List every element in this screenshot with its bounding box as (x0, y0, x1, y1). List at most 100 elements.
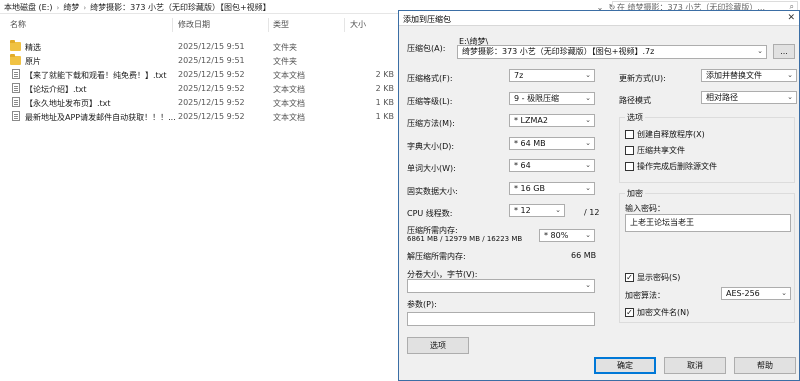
column-divider[interactable] (344, 18, 345, 32)
column-divider[interactable] (268, 18, 269, 32)
chevron-down-icon: ⌄ (585, 71, 591, 79)
column-header-name[interactable]: 名称 (10, 19, 26, 31)
password-input[interactable]: 上老王论坛当老王 (625, 214, 791, 232)
chevron-down-icon: ⌄ (787, 71, 793, 79)
word-size-label: 单词大小(W): (407, 164, 456, 173)
file-size: 1 KB (375, 98, 394, 107)
file-row[interactable]: 精选 2025/12/15 9:51 文件夹 (0, 40, 400, 53)
method-label: 压缩方法(M): (407, 119, 455, 128)
dialog-title-bar[interactable]: 添加到压缩包 ✕ (399, 11, 799, 26)
checkbox-box (625, 130, 634, 139)
file-date: 2025/12/15 9:52 (178, 98, 245, 107)
path-mode-label: 路径模式 (619, 96, 651, 105)
breadcrumb-item[interactable]: 本地磁盘 (E:) (4, 2, 53, 13)
word-size-select[interactable]: * 64 ⌄ (509, 159, 595, 172)
folder-icon (10, 54, 21, 65)
archive-name-value: 绮梦摄影：373 小艺（无印珍藏版）【图包+视频】.7z (462, 47, 655, 56)
cancel-button[interactable]: 取消 (664, 357, 726, 374)
show-password-checkbox[interactable]: ✓ 显示密码(S) (625, 272, 680, 283)
method-value: * LZMA2 (514, 116, 548, 125)
word-size-value: * 64 (514, 161, 531, 170)
memory-percent-select[interactable]: * 80% ⌄ (539, 229, 595, 242)
file-row[interactable]: 【论坛介绍】.txt 2025/12/15 9:52 文本文档 2 KB (0, 82, 400, 95)
format-label: 压缩格式(F): (407, 74, 453, 83)
encrypt-filenames-checkbox[interactable]: ✓ 加密文件名(N) (625, 307, 689, 318)
file-type: 文本文档 (273, 71, 305, 80)
check-icon: ✓ (625, 308, 634, 317)
delete-after-label: 操作完成后删除源文件 (637, 162, 717, 171)
threads-label: CPU 线程数: (407, 209, 453, 218)
dictionary-select[interactable]: * 64 MB ⌄ (509, 137, 595, 150)
file-row[interactable]: 原片 2025/12/15 9:51 文件夹 (0, 54, 400, 67)
breadcrumb-item[interactable]: 绮梦摄影：373 小艺（无印珍藏版）【图包+视频】 (90, 2, 271, 13)
threads-select[interactable]: * 12 ⌄ (509, 204, 565, 217)
dictionary-label: 字典大小(D): (407, 142, 455, 151)
method-select[interactable]: * LZMA2 ⌄ (509, 114, 595, 127)
update-mode-select[interactable]: 添加并替换文件 ⌄ (701, 69, 797, 82)
text-file-icon (12, 111, 20, 121)
level-value: 9 - 极限压缩 (514, 94, 560, 103)
file-date: 2025/12/15 9:51 (178, 56, 245, 65)
path-mode-select[interactable]: 相对路径 ⌄ (701, 91, 797, 104)
dialog-title: 添加到压缩包 (403, 15, 451, 24)
ok-button[interactable]: 确定 (594, 357, 656, 374)
chevron-down-icon: ⌄ (585, 161, 591, 169)
chevron-down-icon: ⌄ (781, 289, 787, 297)
shared-files-label: 压缩共享文件 (637, 146, 685, 155)
dictionary-value: * 64 MB (514, 139, 546, 148)
archive-label: 压缩包(A): (407, 44, 446, 53)
chevron-right-icon: › (56, 3, 60, 12)
file-name: 精选 (25, 43, 41, 52)
file-row[interactable]: 【永久地址发布页】.txt 2025/12/15 9:52 文本文档 1 KB (0, 96, 400, 109)
column-header-date[interactable]: 修改日期 (178, 19, 210, 31)
column-header-size[interactable]: 大小 (350, 19, 366, 31)
file-size: 1 KB (375, 112, 394, 121)
file-date: 2025/12/15 9:52 (178, 70, 245, 79)
file-name: 【论坛介绍】.txt (25, 85, 87, 94)
archive-name-combo[interactable]: 绮梦摄影：373 小艺（无印珍藏版）【图包+视频】.7z ⌄ (457, 45, 767, 59)
file-size: 2 KB (375, 70, 394, 79)
column-divider[interactable] (172, 18, 173, 32)
file-name: 原片 (25, 57, 41, 66)
text-file-icon (12, 83, 20, 93)
split-size-combo[interactable]: ⌄ (407, 279, 595, 293)
file-name: 【永久地址发布页】.txt (25, 99, 111, 108)
path-mode-value: 相对路径 (706, 93, 738, 102)
column-header-type[interactable]: 类型 (273, 19, 289, 31)
help-button[interactable]: 帮助 (734, 357, 796, 374)
file-date: 2025/12/15 9:52 (178, 112, 245, 121)
threads-max: / 12 (584, 208, 600, 217)
format-select[interactable]: 7z ⌄ (509, 69, 595, 82)
file-name: 最新地址及APP请发邮件自动获取！！！... (25, 113, 176, 122)
sfx-checkbox[interactable]: 创建自释放程序(X) (625, 129, 705, 140)
level-label: 压缩等级(L): (407, 97, 453, 106)
shared-files-checkbox[interactable]: 压缩共享文件 (625, 145, 685, 156)
params-input[interactable] (407, 312, 595, 326)
file-row[interactable]: 最新地址及APP请发邮件自动获取！！！... 2025/12/15 9:52 文… (0, 110, 400, 123)
level-select[interactable]: 9 - 极限压缩 ⌄ (509, 92, 595, 105)
options-button[interactable]: 选项 (407, 337, 469, 354)
file-type: 文件夹 (273, 57, 297, 66)
file-date: 2025/12/15 9:52 (178, 84, 245, 93)
file-type: 文本文档 (273, 99, 305, 108)
close-icon[interactable]: ✕ (787, 13, 795, 23)
solid-size-select[interactable]: * 16 GB ⌄ (509, 182, 595, 195)
breadcrumb-item[interactable]: 绮梦 (63, 2, 79, 13)
chevron-down-icon: ⌄ (585, 94, 591, 102)
file-row[interactable]: 【来了就能下载和观看！纯免费！】.txt 2025/12/15 9:52 文本文… (0, 68, 400, 81)
update-mode-value: 添加并替换文件 (706, 71, 762, 80)
solid-size-value: * 16 GB (514, 184, 545, 193)
file-name: 【来了就能下载和观看！纯免费！】.txt (25, 71, 167, 80)
decompress-memory-label: 解压缩所需内存: (407, 252, 466, 261)
browse-button[interactable]: ... (773, 44, 795, 59)
check-icon: ✓ (625, 273, 634, 282)
options-group-title: 选项 (625, 112, 645, 123)
encryption-method-select[interactable]: AES-256 ⌄ (721, 287, 791, 300)
delete-after-checkbox[interactable]: 操作完成后删除源文件 (625, 161, 717, 172)
chevron-down-icon: ⌄ (585, 281, 591, 289)
file-size: 2 KB (375, 84, 394, 93)
params-label: 参数(P): (407, 300, 437, 309)
update-mode-label: 更新方式(U): (619, 74, 666, 83)
chevron-down-icon: ⌄ (585, 231, 591, 239)
file-type: 文本文档 (273, 85, 305, 94)
